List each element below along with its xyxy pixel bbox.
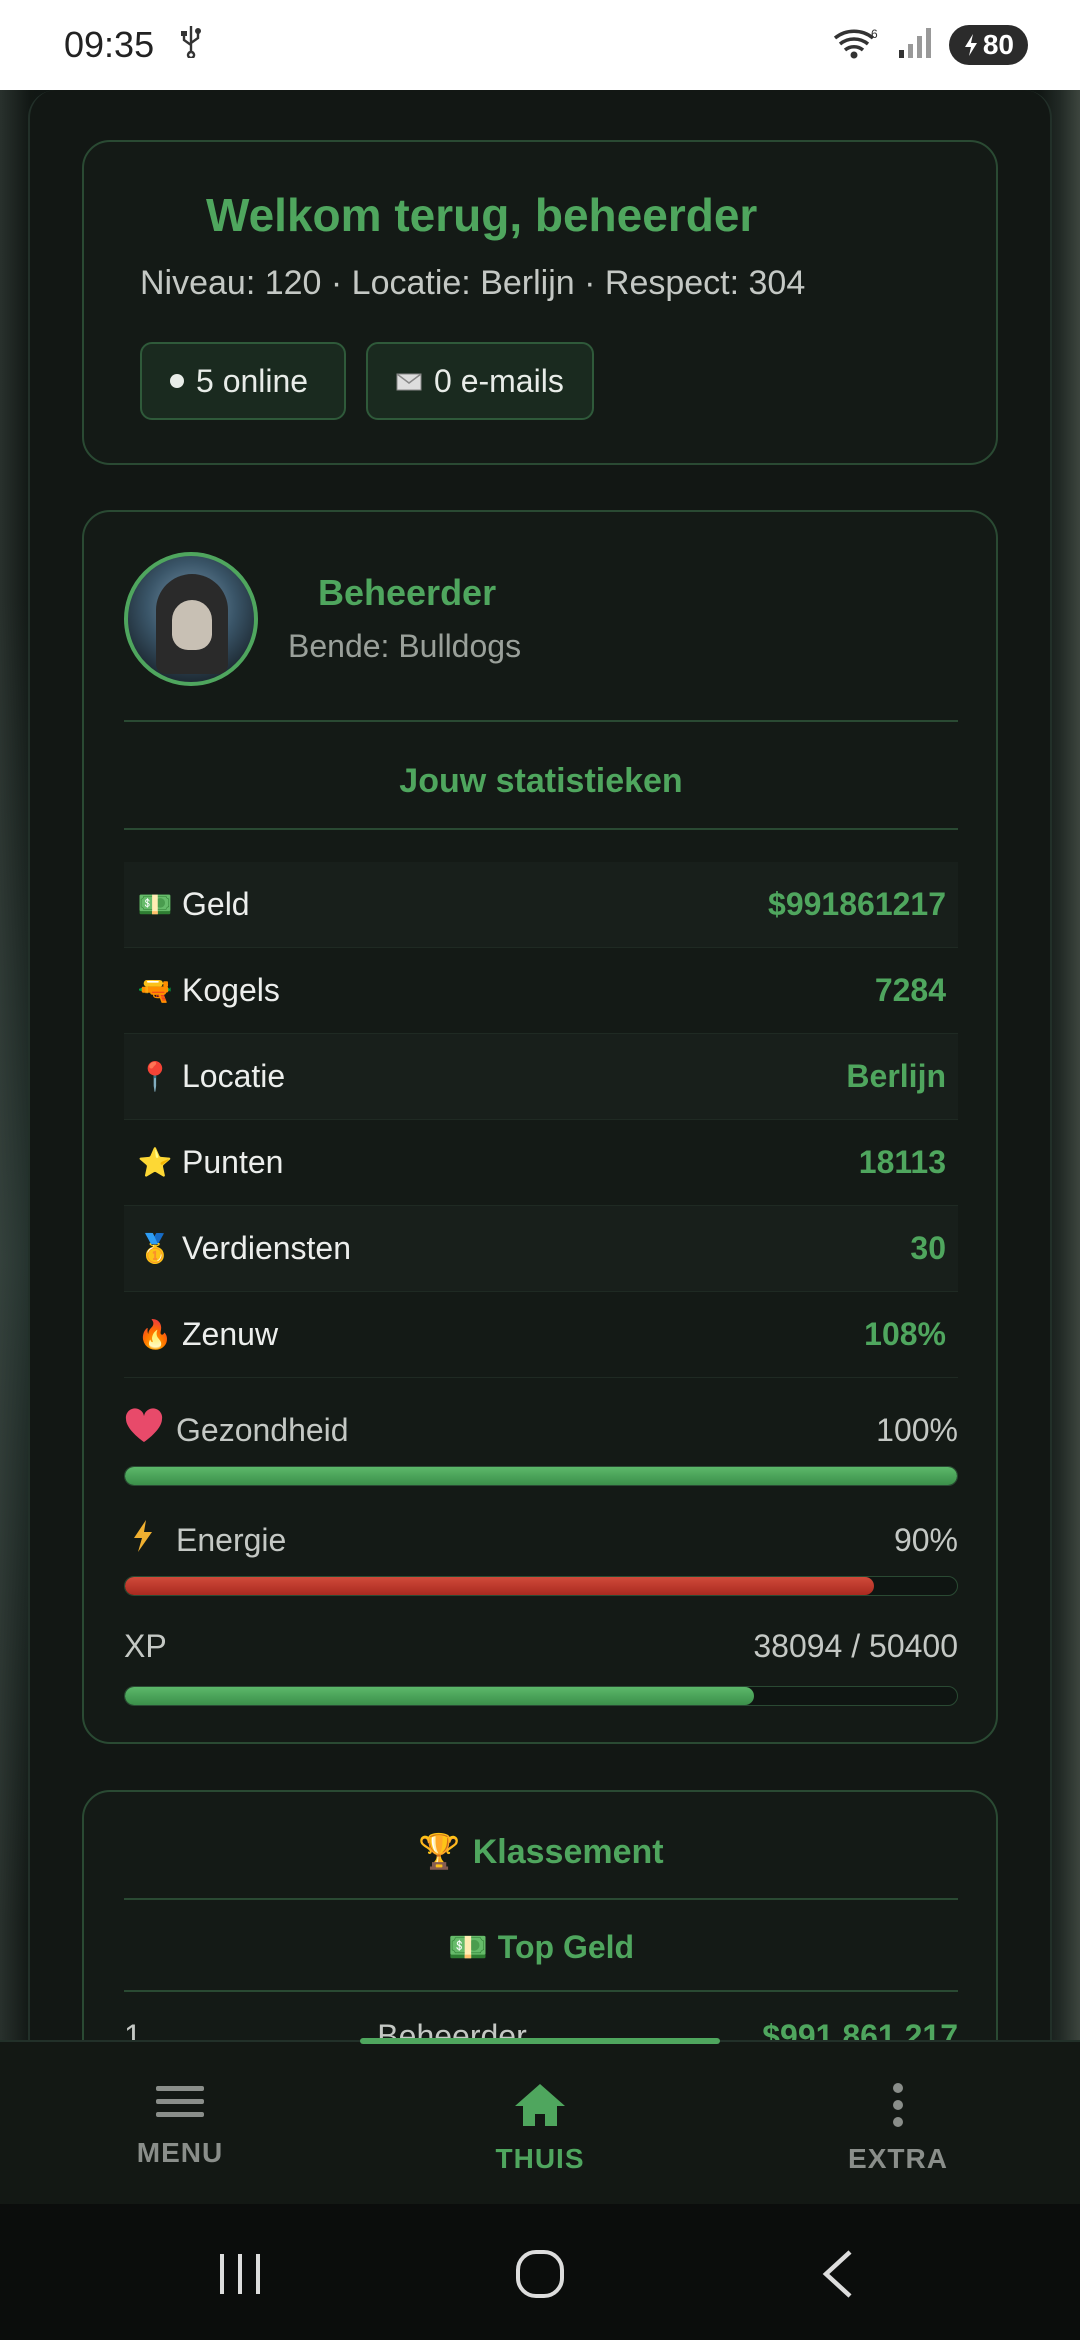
health-label: Gezondheid — [176, 1411, 349, 1448]
stat-value: 30 — [910, 1230, 946, 1266]
back-icon[interactable] — [810, 2244, 870, 2304]
emails-button[interactable]: 0 e-mails — [366, 342, 594, 420]
profile-name[interactable]: Beheerder — [318, 572, 496, 614]
welcome-title: Welkom terug, beheerder — [206, 189, 758, 241]
stat-row-verdiensten: 🥇 Verdiensten 30 — [124, 1206, 958, 1292]
star-icon: ⭐ — [137, 1147, 173, 1178]
medal-icon: 🥇 — [137, 1233, 173, 1264]
stat-label: Locatie — [182, 1058, 286, 1094]
energy-value: 90% — [893, 1521, 958, 1558]
money-icon: 💵 — [447, 1929, 488, 1965]
xp-value: 38094 / 50400 — [753, 1628, 958, 1664]
welcome-subtitle: Niveau: 120 · Locatie: Berlijn · Respect… — [140, 264, 806, 302]
svg-text:6: 6 — [871, 27, 878, 41]
usb-icon — [178, 24, 204, 67]
recent-apps-icon[interactable] — [210, 2244, 270, 2304]
signal-icon — [897, 26, 933, 65]
stat-value: 18113 — [858, 1144, 946, 1180]
welcome-card: Welkom terug, beheerder Niveau: 120 · Lo… — [82, 140, 998, 465]
more-vertical-icon — [888, 2082, 908, 2133]
status-bar: 09:35 6 80 — [0, 0, 1080, 90]
xp-bar — [124, 1686, 958, 1706]
gun-icon: 🔫 — [137, 975, 173, 1006]
nav-extra-button[interactable]: EXTRA — [798, 2082, 998, 2175]
stat-value: 108% — [864, 1316, 946, 1352]
health-bar — [124, 1466, 958, 1486]
divider — [124, 1990, 958, 1992]
stat-value: $991861217 — [768, 886, 946, 922]
avatar[interactable] — [124, 552, 258, 686]
energy-bar-fill — [125, 1577, 874, 1595]
heart-icon — [124, 1408, 164, 1452]
stat-row-geld: 💵 Geld $991861217 — [124, 862, 958, 948]
energy-label: Energie — [176, 1521, 287, 1558]
ranking-title: Klassement — [472, 1832, 664, 1871]
profile-card: Beheerder Bende: Bulldogs Jouw statistie… — [82, 510, 998, 1744]
stat-row-punten: ⭐ Punten 18113 — [124, 1120, 958, 1206]
divider — [124, 1898, 958, 1900]
stat-label: Geld — [182, 886, 250, 922]
xp-bar-fill — [125, 1687, 754, 1705]
emails-label: 0 e-mails — [434, 362, 564, 399]
stat-label: Kogels — [182, 972, 280, 1008]
wifi-icon: 6 — [831, 26, 881, 65]
stat-value: 7284 — [874, 972, 946, 1008]
energy-label-row: Energie 90% — [124, 1518, 958, 1562]
profile-gang: Bende: Bulldogs — [288, 628, 522, 664]
money-icon: 💵 — [137, 889, 173, 920]
status-time: 09:35 — [64, 24, 155, 65]
stats-title: Jouw statistieken — [399, 762, 683, 800]
online-dot-icon — [170, 374, 184, 388]
online-label: 5 online — [196, 362, 309, 399]
energy-bar — [124, 1576, 958, 1596]
divider — [124, 720, 958, 722]
ranking-title-row: 🏆 Klassement — [124, 1832, 958, 1872]
nav-home-label: THUIS — [495, 2143, 585, 2174]
stat-row-kogels: 🔫 Kogels 7284 — [124, 948, 958, 1034]
trophy-icon: 🏆 — [418, 1833, 461, 1871]
stat-label: Punten — [182, 1144, 284, 1180]
health-label-row: Gezondheid 100% — [124, 1408, 958, 1452]
health-value: 100% — [876, 1411, 958, 1448]
xp-label-row: XP 38094 / 50400 — [124, 1628, 958, 1665]
battery-level: 80 — [982, 29, 1014, 60]
system-navigation-bar — [0, 2204, 1080, 2340]
envelope-icon — [396, 363, 422, 400]
stat-label: Zenuw — [182, 1316, 279, 1352]
hamburger-icon — [154, 2082, 206, 2127]
home-circle-icon[interactable] — [510, 2244, 570, 2304]
nav-menu-label: MENU — [136, 2137, 224, 2168]
xp-label: XP — [124, 1628, 167, 1664]
stat-label: Verdiensten — [182, 1230, 352, 1266]
bottom-nav: MENU THUIS EXTRA — [0, 2038, 1080, 2204]
ranking-subtitle: Top Geld — [497, 1928, 635, 1965]
nav-menu-button[interactable]: MENU — [80, 2082, 280, 2169]
ranking-subtitle-row: 💵 Top Geld — [124, 1928, 958, 1966]
stat-value: Berlijn — [846, 1058, 946, 1094]
stat-row-locatie: 📍 Locatie Berlijn — [124, 1034, 958, 1120]
divider — [124, 828, 958, 830]
nav-extra-label: EXTRA — [848, 2143, 948, 2174]
home-icon — [513, 2082, 567, 2133]
nav-active-indicator — [360, 2038, 720, 2044]
nav-home-button[interactable]: THUIS — [440, 2082, 640, 2175]
health-bar-fill — [125, 1467, 957, 1485]
fire-icon: 🔥 — [137, 1319, 173, 1350]
online-players-button[interactable]: 5 online — [140, 342, 346, 420]
pin-icon: 📍 — [137, 1061, 173, 1092]
stat-row-zenuw: 🔥 Zenuw 108% — [124, 1292, 958, 1378]
battery-charging-icon: 80 — [948, 25, 1028, 65]
lightning-icon — [124, 1518, 164, 1562]
